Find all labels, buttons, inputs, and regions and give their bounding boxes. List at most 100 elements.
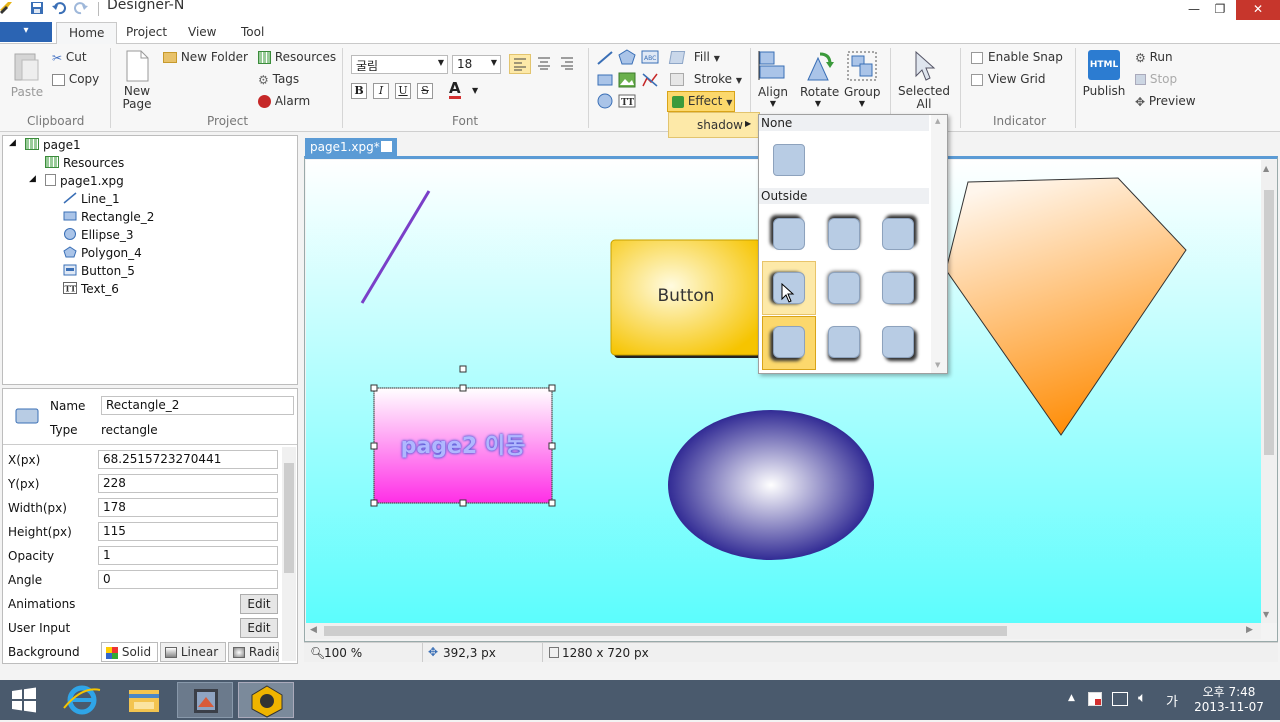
publish-button[interactable]: HTML Publish	[1082, 50, 1126, 98]
text-tool-icon[interactable]: TT	[618, 93, 636, 109]
taskbar-ie-button[interactable]	[54, 682, 110, 718]
tree-item-line-1[interactable]: Line_1	[63, 192, 120, 206]
minimize-button[interactable]: —	[1180, 0, 1208, 20]
enable-snap-checkbox[interactable]: Enable Snap	[971, 50, 1063, 64]
underline-button[interactable]: U	[395, 83, 411, 99]
canvas-horizontal-scrollbar[interactable]: ◀ ▶	[306, 623, 1261, 639]
shadow-center-option[interactable]	[828, 272, 860, 304]
undo-icon[interactable]	[52, 1, 66, 15]
x-input[interactable]: 68.2515723270441	[98, 450, 278, 469]
tray-expand-icon[interactable]: ▲	[1068, 693, 1075, 703]
shadow-top-right-option[interactable]	[882, 218, 914, 250]
scrollbar-thumb[interactable]	[284, 463, 294, 573]
bg-radial-tab[interactable]: Radia	[228, 642, 279, 662]
align-button[interactable]: Align ▼	[756, 50, 790, 108]
strikethrough-button[interactable]: S	[417, 83, 433, 99]
action-center-flag-icon[interactable]	[1088, 692, 1102, 706]
network-icon[interactable]	[1112, 692, 1128, 706]
shadow-menu-item[interactable]: shadow	[697, 118, 743, 132]
app-menu-button[interactable]: ▾	[0, 22, 52, 42]
shadow-none-option[interactable]	[773, 144, 805, 176]
effect-button[interactable]: Effect ▼	[667, 91, 735, 112]
ime-indicator[interactable]: 가	[1166, 691, 1178, 710]
shadow-top-option[interactable]	[828, 218, 860, 250]
tray-clock[interactable]: 오후 7:48 2013-11-07	[1194, 683, 1264, 714]
expand-arrow-icon[interactable]: ◢	[29, 174, 36, 184]
chart-tool-icon[interactable]	[641, 72, 659, 88]
button-shape-text[interactable]: Button	[611, 286, 761, 306]
shadow-bottom-right-option[interactable]	[882, 326, 914, 358]
shadow-bottom-left-option[interactable]	[773, 326, 805, 358]
bg-linear-tab[interactable]: Linear	[160, 642, 226, 662]
polygon-tool-icon[interactable]	[618, 49, 636, 65]
align-center-button[interactable]	[534, 54, 556, 74]
font-color-button[interactable]: A	[449, 81, 461, 99]
scroll-left-icon[interactable]: ◀	[310, 625, 317, 635]
width-input[interactable]: 178	[98, 498, 278, 517]
alarm-button[interactable]: Alarm	[258, 94, 310, 108]
copy-button[interactable]: Copy	[52, 72, 99, 86]
name-input[interactable]: Rectangle_2	[101, 396, 294, 415]
tags-button[interactable]: ⚙ Tags	[258, 72, 299, 87]
ellipse-tool-icon[interactable]	[596, 93, 614, 109]
tree-item-button-5[interactable]: Button_5	[63, 264, 135, 278]
scroll-down-icon[interactable]: ▼	[935, 361, 940, 369]
tab-home[interactable]: Home	[56, 22, 118, 45]
italic-button[interactable]: I	[373, 83, 389, 99]
rotate-button[interactable]: Rotate ▼	[800, 50, 839, 108]
taskbar-media-button[interactable]	[177, 682, 233, 718]
tab-view[interactable]: View	[176, 22, 228, 44]
taskbar-explorer-button[interactable]	[116, 682, 172, 718]
stroke-button[interactable]: Stroke ▼	[670, 72, 742, 86]
group-button[interactable]: Group ▼	[844, 50, 881, 108]
new-page-button[interactable]: New Page	[120, 50, 154, 111]
scrollbar-thumb[interactable]	[1264, 190, 1274, 455]
run-button[interactable]: ⚙ Run	[1135, 50, 1173, 65]
shadow-right-option[interactable]	[882, 272, 914, 304]
font-family-select[interactable]: 굴림 ▼	[351, 55, 448, 74]
taskbar-designer-button[interactable]	[238, 682, 294, 718]
tree-item-text-6[interactable]: TT Text_6	[63, 282, 119, 296]
windows-start-icon[interactable]	[10, 686, 38, 714]
preview-button[interactable]: ✥ Preview	[1135, 94, 1196, 109]
save-icon[interactable]	[30, 1, 44, 15]
tree-item-polygon-4[interactable]: Polygon_4	[63, 246, 142, 260]
document-close-icon[interactable]	[381, 141, 392, 152]
opacity-input[interactable]: 1	[98, 546, 278, 565]
shadow-bottom-option[interactable]	[828, 326, 860, 358]
tree-item-rectangle-2[interactable]: Rectangle_2	[63, 210, 154, 224]
fill-button[interactable]: Fill ▼	[668, 50, 720, 64]
scroll-down-icon[interactable]: ▼	[1263, 610, 1269, 619]
cut-button[interactable]: ✂ Cut	[52, 50, 87, 65]
scroll-right-icon[interactable]: ▶	[1246, 625, 1253, 635]
tree-item-ellipse-3[interactable]: Ellipse_3	[63, 228, 133, 242]
rectangle-shape-text[interactable]: page2 이동	[374, 428, 552, 460]
document-tab[interactable]: page1.xpg*	[305, 138, 397, 157]
angle-input[interactable]: 0	[98, 570, 278, 589]
animations-edit-button[interactable]: Edit	[240, 594, 278, 614]
bg-solid-tab[interactable]: Solid	[101, 642, 158, 662]
expand-arrow-icon[interactable]: ◢	[9, 138, 16, 148]
tab-project[interactable]: Project	[114, 22, 179, 44]
properties-scrollbar[interactable]	[282, 447, 296, 661]
height-input[interactable]: 115	[98, 522, 278, 541]
maximize-button[interactable]: ❐	[1206, 0, 1234, 20]
new-folder-button[interactable]: New Folder	[163, 50, 248, 64]
scroll-up-icon[interactable]: ▲	[935, 117, 940, 125]
tree-item-resources[interactable]: Resources	[45, 156, 124, 170]
close-button[interactable]: ✕	[1236, 0, 1280, 20]
view-grid-checkbox[interactable]: View Grid	[971, 72, 1045, 86]
font-size-select[interactable]: 18 ▼	[452, 55, 501, 74]
gallery-scrollbar[interactable]: ▲ ▼	[931, 115, 947, 373]
bold-button[interactable]: B	[351, 83, 367, 99]
user-input-edit-button[interactable]: Edit	[240, 618, 278, 638]
image-tool-icon[interactable]	[618, 72, 636, 88]
tree-item-page1-xpg[interactable]: page1.xpg	[45, 174, 124, 188]
scroll-up-icon[interactable]: ▲	[1263, 164, 1269, 173]
button-tool-icon[interactable]: ABC	[641, 50, 659, 64]
tree-item-page1[interactable]: page1	[25, 138, 81, 152]
scrollbar-thumb[interactable]	[324, 626, 1007, 636]
line-tool-icon[interactable]	[596, 50, 614, 66]
align-left-button[interactable]	[509, 54, 531, 74]
stop-button[interactable]: Stop	[1135, 72, 1177, 86]
